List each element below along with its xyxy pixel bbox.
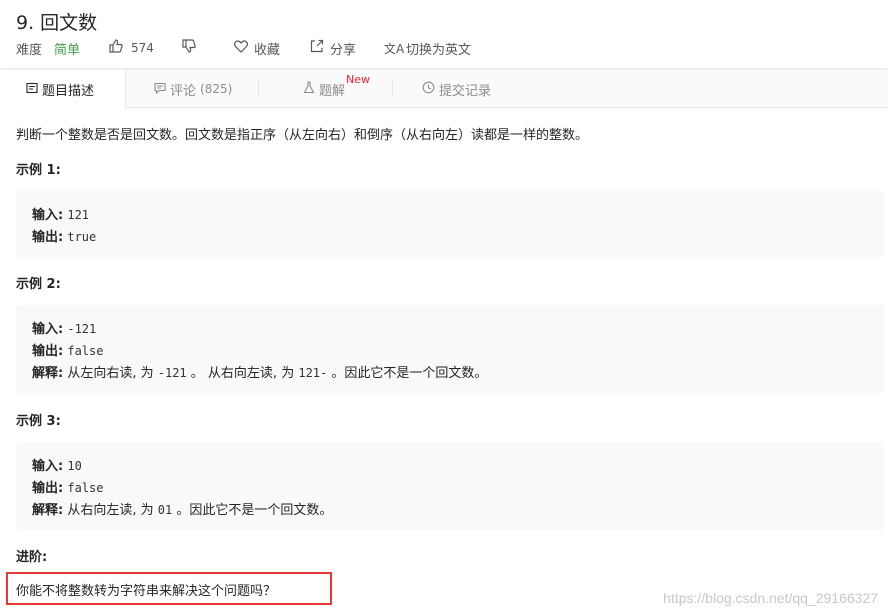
example-explanation-line: 解释: 从左向右读, 为 -121 。 从右向左读, 为 121- 。因此它不是… — [32, 362, 487, 381]
new-badge: New — [346, 73, 370, 86]
input-value: 121 — [67, 208, 90, 222]
input-value: 10 — [67, 459, 82, 473]
input-label: 输入: — [32, 459, 64, 474]
share-icon — [308, 39, 326, 57]
output-label: 输出: — [32, 230, 64, 245]
input-label: 输入: — [32, 322, 64, 337]
example-2-block: 输入: -121 输出: false 解释: 从左向右读, 为 -121 。 从… — [16, 305, 884, 393]
tab-comments[interactable]: 评论 (825) — [154, 70, 232, 108]
switch-language-label: 切换为英文 — [405, 42, 471, 58]
explain-text: 。 从右向左读, 为 — [190, 366, 295, 381]
output-label: 输出: — [32, 481, 64, 496]
tab-solutions[interactable]: 题解 — [303, 70, 345, 108]
example-2-title: 示例 2: — [16, 277, 61, 292]
advance-question: 你能不将整数转为字符串来解决这个问题吗？ — [16, 584, 277, 599]
explain-label: 解释: — [32, 366, 64, 381]
example-1-title: 示例 1: — [16, 163, 61, 178]
explain-code: -121 — [157, 366, 187, 380]
problem-header: 9. 回文数 难度 简单 574 收藏 分享 文A 切换为英文 — [0, 0, 888, 68]
explain-text: 从左向右读, 为 — [67, 366, 154, 381]
clock-icon — [422, 81, 435, 97]
like-count: 574 — [131, 41, 154, 55]
dislike-button[interactable] — [180, 39, 198, 57]
favorite-label: 收藏 — [253, 42, 280, 58]
share-button[interactable]: 分享 — [308, 39, 356, 58]
like-button[interactable]: 574 — [107, 39, 154, 57]
problem-title: 9. 回文数 — [16, 12, 98, 34]
output-value: true — [67, 230, 97, 244]
explain-label: 解释: — [32, 503, 64, 518]
tab-description-label: 题目描述 — [42, 84, 95, 99]
output-label: 输出: — [32, 344, 64, 359]
difficulty-label: 难度 — [16, 42, 43, 58]
input-label: 输入: — [32, 208, 64, 223]
advance-title: 进阶: — [16, 550, 48, 565]
output-value: false — [67, 481, 104, 495]
translate-icon: 文A — [383, 41, 405, 56]
explain-text: 。因此它不是一个回文数。 — [331, 366, 488, 381]
example-output-line: 输出: false — [32, 340, 103, 359]
example-explanation-line: 解释: 从右向左读, 为 01 。因此它不是一个回文数。 — [32, 499, 332, 518]
document-icon — [26, 82, 38, 97]
share-label: 分享 — [329, 42, 356, 58]
explain-code: 01 — [157, 503, 173, 517]
comment-count: (825) — [200, 82, 233, 96]
explain-text: 从右向左读, 为 — [67, 503, 154, 518]
tab-comments-label: 评论 — [170, 83, 197, 99]
tab-submissions[interactable]: 提交记录 — [422, 70, 491, 108]
thumbs-up-icon — [107, 39, 125, 57]
example-input-line: 输入: -121 — [32, 318, 96, 337]
heart-icon — [232, 39, 250, 57]
favorite-button[interactable]: 收藏 — [232, 39, 280, 58]
thumbs-down-icon — [180, 39, 198, 57]
example-1-block: 输入: 121 输出: true — [16, 191, 884, 257]
watermark: https://blog.csdn.net/qq_29166327 — [663, 590, 878, 606]
example-output-line: 输出: true — [32, 226, 96, 245]
difficulty-value: 简单 — [54, 42, 81, 58]
example-input-line: 输入: 121 — [32, 204, 89, 223]
explain-text: 。因此它不是一个回文数。 — [176, 503, 333, 518]
output-value: false — [67, 344, 104, 358]
tab-solutions-label: 题解 — [319, 83, 346, 99]
input-value: -121 — [67, 322, 97, 336]
example-input-line: 输入: 10 — [32, 455, 82, 474]
switch-language-button[interactable]: 文A 切换为英文 — [384, 39, 471, 58]
tab-bar: 题目描述 评论 (825) 题解 提交记录 — [0, 70, 888, 109]
problem-meta: 难度 简单 574 收藏 分享 文A 切换为英文 — [16, 39, 471, 58]
tab-description[interactable]: 题目描述 — [0, 70, 126, 109]
tab-submissions-label: 提交记录 — [439, 83, 492, 99]
example-3-title: 示例 3: — [16, 414, 61, 429]
problem-description: 判断一个整数是否是回文数。回文数是指正序（从左向右）和倒序（从右向左）读都是一样… — [16, 128, 589, 143]
example-output-line: 输出: false — [32, 477, 103, 496]
flask-icon — [303, 81, 315, 97]
comment-icon — [154, 82, 166, 97]
tab-divider — [392, 80, 393, 98]
explain-code: 121- — [298, 366, 328, 380]
example-3-block: 输入: 10 输出: false 解释: 从右向左读, 为 01 。因此它不是一… — [16, 442, 884, 530]
tab-divider — [258, 80, 259, 98]
